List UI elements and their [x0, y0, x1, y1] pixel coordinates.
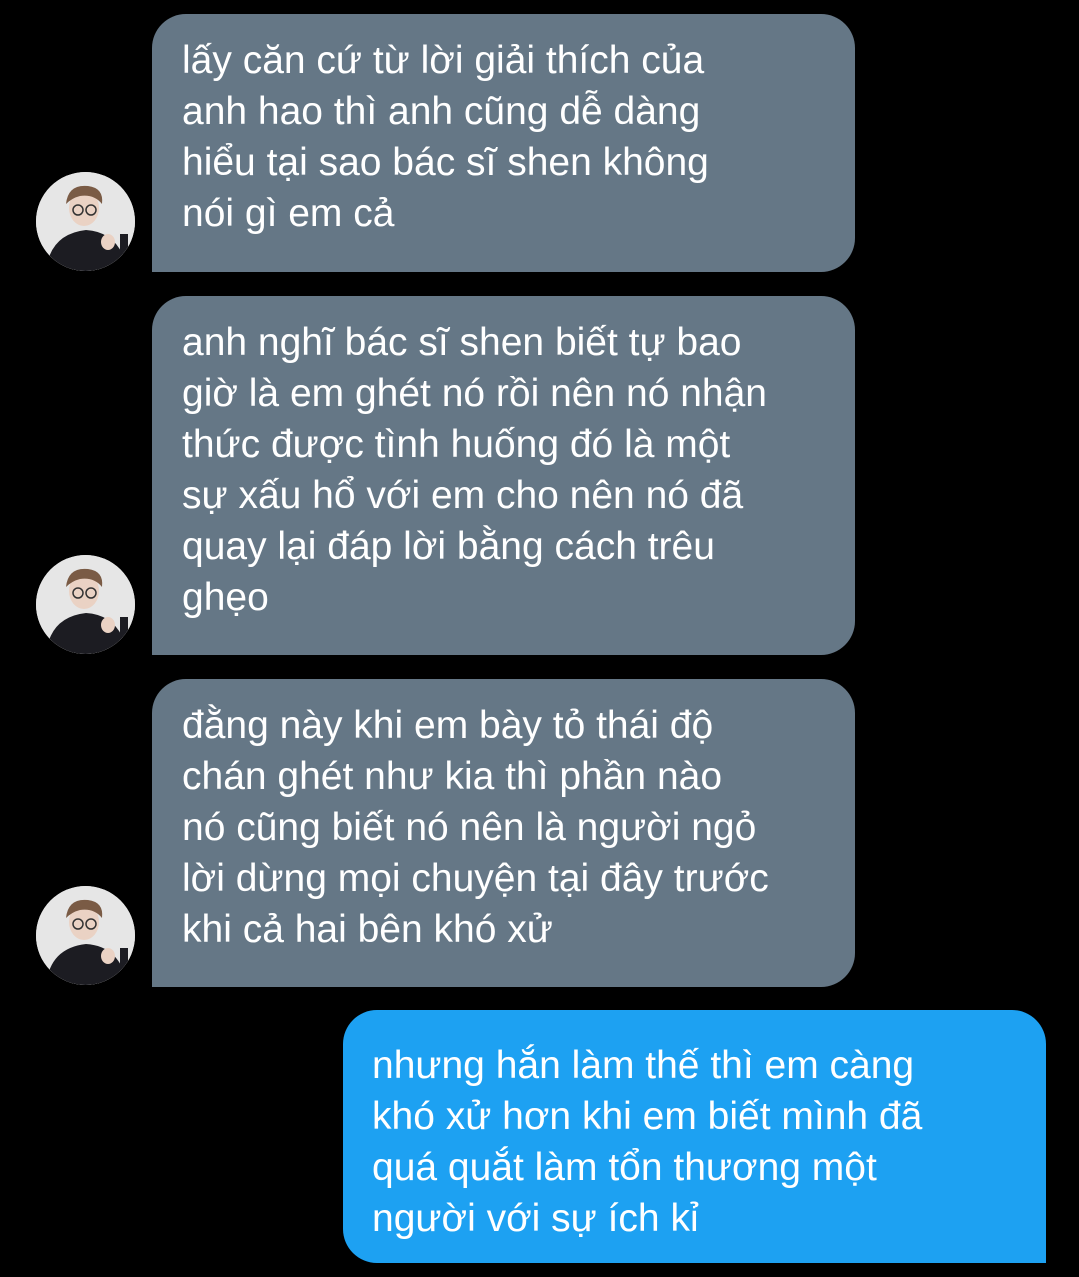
sender-avatar[interactable] [36, 886, 135, 985]
avatar-photo-icon [36, 555, 135, 654]
message-text-line: ghẹo [182, 576, 269, 619]
message-text-line: nó cũng biết nó nên là người ngỏ [182, 806, 757, 849]
message-text-line: khi cả hai bên khó xử [182, 908, 553, 951]
message-text-line: anh nghĩ bác sĩ shen biết tự bao [182, 321, 742, 364]
message-bubble-incoming[interactable]: lấy căn cứ từ lời giải thích của anh hao… [152, 14, 855, 272]
message-text-line: nhưng hắn làm thế thì em càng [372, 1044, 915, 1087]
message-text-line: đằng này khi em bày tỏ thái độ [182, 704, 714, 747]
sender-avatar[interactable] [36, 555, 135, 654]
message-text-line: nói gì em cả [182, 192, 395, 235]
message-text-line: sự xấu hổ với em cho nên nó đã [182, 474, 744, 517]
avatar-photo-icon [36, 172, 135, 271]
message-text-line: lấy căn cứ từ lời giải thích của [182, 39, 705, 82]
message-bubble-outgoing[interactable]: nhưng hắn làm thế thì em càng khó xử hơn… [343, 1010, 1046, 1263]
message-text-line: khó xử hơn khi em biết mình đã [372, 1095, 923, 1138]
message-text-line: lời dừng mọi chuyện tại đây trước [182, 857, 769, 900]
message-text-line: người với sự ích kỉ [372, 1197, 699, 1240]
message-text-line: hiểu tại sao bác sĩ shen không [182, 141, 709, 184]
message-text-line: giờ là em ghét nó rồi nên nó nhận [182, 372, 767, 415]
message-text-line: anh hao thì anh cũng dễ dàng [182, 90, 701, 133]
avatar-photo-icon [36, 886, 135, 985]
message-bubble-incoming[interactable]: đằng này khi em bày tỏ thái độ chán ghét… [152, 679, 855, 987]
sender-avatar[interactable] [36, 172, 135, 271]
message-text-line: quay lại đáp lời bằng cách trêu [182, 525, 715, 568]
message-text-line: thức được tình huống đó là một [182, 423, 731, 466]
message-text-line: quá quắt làm tổn thương một [372, 1146, 877, 1189]
message-bubble-incoming[interactable]: anh nghĩ bác sĩ shen biết tự bao giờ là … [152, 296, 855, 655]
message-text-line: chán ghét như kia thì phần nào [182, 755, 723, 798]
